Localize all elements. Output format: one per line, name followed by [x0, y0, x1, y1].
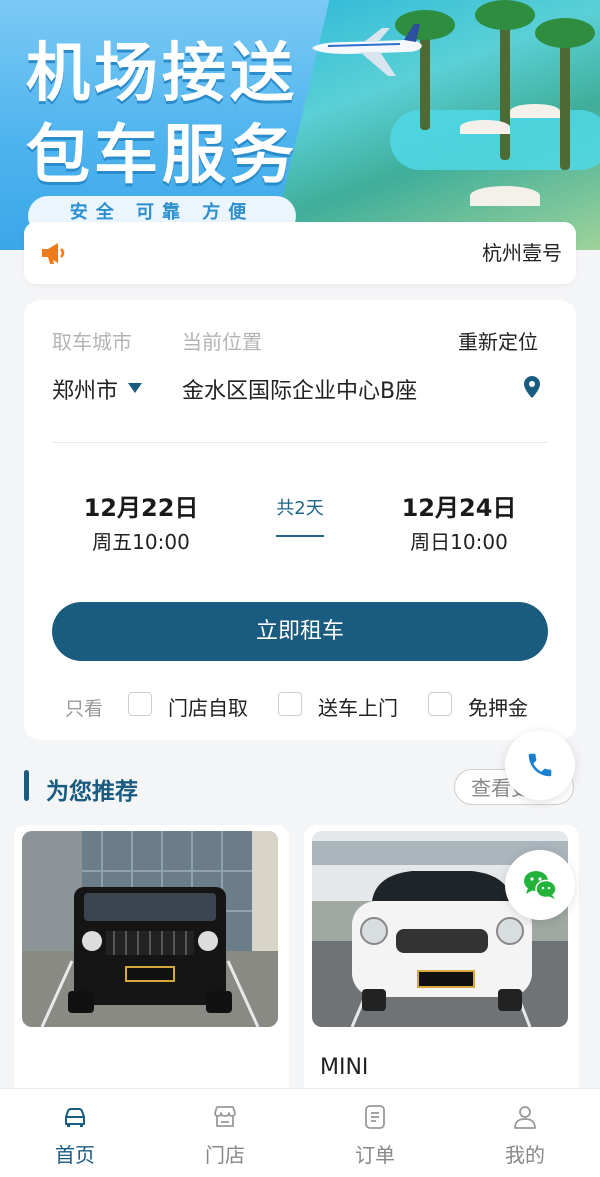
section-accent-bar: [24, 770, 29, 801]
tab-home-label: 首页: [55, 1143, 95, 1167]
banner-title-line1: 机场接送: [26, 37, 298, 111]
car-name: MINI: [320, 1055, 369, 1080]
notice-text: 杭州壹号: [482, 241, 562, 265]
wechat-button[interactable]: [505, 850, 575, 920]
no-deposit-checkbox[interactable]: [428, 692, 452, 716]
address-field[interactable]: 金水区国际企业中心B座: [182, 373, 417, 405]
phone-icon: [528, 753, 552, 777]
location-pin-icon[interactable]: [524, 376, 540, 398]
car-icon: [65, 1108, 85, 1127]
tab-profile-label: 我的: [505, 1143, 545, 1167]
wechat-icon: [524, 871, 557, 899]
end-time[interactable]: 周日10:00: [374, 526, 544, 555]
bottom-tab-bar: 首页 门店 订单 我的: [0, 1088, 600, 1177]
tab-home[interactable]: 首页: [0, 1089, 150, 1177]
divider: [52, 442, 548, 443]
tab-orders[interactable]: 订单: [300, 1089, 450, 1177]
city-select[interactable]: 郑州市: [52, 373, 118, 405]
megaphone-icon: [42, 243, 65, 264]
tab-store-label: 门店: [205, 1143, 245, 1167]
store-icon: [214, 1106, 236, 1127]
order-icon: [365, 1105, 385, 1129]
self-pickup-label[interactable]: 门店自取: [168, 692, 248, 721]
duration-underline: [276, 535, 324, 537]
phone-call-button[interactable]: [505, 730, 575, 800]
tab-profile[interactable]: 我的: [450, 1089, 600, 1177]
current-location-label: 当前位置: [182, 330, 262, 354]
filter-label: 只看: [65, 698, 104, 720]
recommend-title: 为您推荐: [46, 779, 138, 805]
home-delivery-checkbox[interactable]: [278, 692, 302, 716]
pickup-city-label: 取车城市: [52, 330, 132, 354]
relocate-button[interactable]: 重新定位: [458, 326, 538, 355]
self-pickup-checkbox[interactable]: [128, 692, 152, 716]
tab-orders-label: 订单: [355, 1143, 395, 1167]
hero-banner[interactable]: 机场接送 包车服务 安全 可靠 方便: [0, 0, 600, 250]
rental-duration: 共2天: [276, 498, 324, 519]
no-deposit-label[interactable]: 免押金: [468, 692, 528, 721]
notice-bar[interactable]: 杭州壹号: [24, 222, 576, 284]
car-image: [22, 831, 278, 1027]
user-icon: [514, 1106, 536, 1129]
airplane-icon: [312, 24, 422, 76]
caret-down-icon[interactable]: [128, 383, 142, 393]
tab-store[interactable]: 门店: [150, 1089, 300, 1177]
end-date[interactable]: 12月24日: [374, 488, 544, 523]
rental-form-card: 取车城市 当前位置 重新定位 郑州市 金水区国际企业中心B座 12月22日 周五…: [24, 300, 576, 740]
home-delivery-label[interactable]: 送车上门: [318, 692, 398, 721]
start-time[interactable]: 周五10:00: [56, 526, 226, 555]
start-date[interactable]: 12月22日: [56, 488, 226, 523]
banner-title-line2: 包车服务: [26, 119, 298, 193]
car-card[interactable]: [14, 825, 289, 1125]
rent-now-button[interactable]: 立即租车: [52, 602, 548, 661]
